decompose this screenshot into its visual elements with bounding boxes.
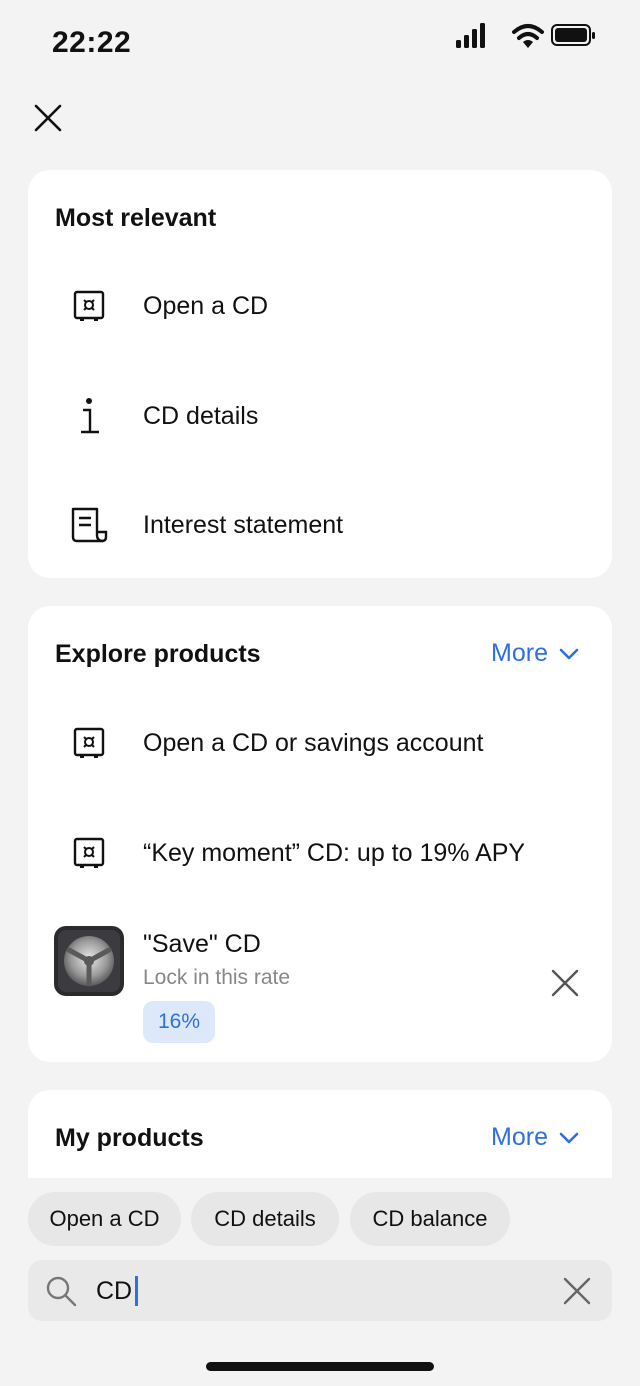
safe-icon: [68, 722, 110, 764]
more-label: More: [491, 639, 548, 667]
suggestion-chip[interactable]: Open a CD: [28, 1192, 181, 1246]
list-item-label: Open a CD: [143, 291, 269, 320]
promo-subtitle: Lock in this rate: [143, 966, 291, 989]
promo-save-cd[interactable]: "Save" CD Lock in this rate 16%: [28, 922, 612, 1052]
promo-title: "Save" CD: [143, 930, 261, 958]
explore-products-card: Explore products More Open a CD or savin…: [28, 606, 612, 1062]
close-icon: [34, 104, 62, 132]
most-relevant-card: Most relevant Open a CD CD details Inter…: [28, 170, 612, 578]
safe-icon: [68, 832, 110, 874]
list-item-cd-details[interactable]: CD details: [28, 376, 612, 456]
info-icon: [68, 395, 110, 437]
my-products-more-button[interactable]: More: [491, 1123, 580, 1152]
wifi-icon: [512, 24, 544, 48]
my-products-title: My products: [55, 1124, 204, 1152]
my-products-clip: My products More: [28, 1090, 612, 1178]
close-icon[interactable]: [548, 966, 582, 1000]
document-icon: [68, 504, 110, 546]
safe-icon: [68, 285, 110, 327]
explore-more-button[interactable]: More: [491, 639, 580, 668]
close-button[interactable]: [28, 98, 68, 138]
status-bar: 22:22: [0, 0, 640, 90]
search-input[interactable]: CD: [96, 1276, 139, 1306]
suggestion-chip[interactable]: CD details: [191, 1192, 339, 1246]
list-item-open-cd[interactable]: Open a CD: [28, 266, 612, 346]
list-item-interest-statement[interactable]: Interest statement: [28, 485, 612, 565]
explore-products-title: Explore products: [55, 640, 261, 668]
home-indicator: [206, 1362, 434, 1371]
list-item-label: Interest statement: [143, 510, 344, 539]
vault-image: [54, 926, 124, 996]
list-item-open-cd-savings[interactable]: Open a CD or savings account: [28, 703, 612, 783]
most-relevant-title: Most relevant: [55, 204, 217, 232]
status-time: 22:22: [52, 26, 132, 59]
search-icon: [46, 1276, 77, 1307]
more-label: More: [491, 1123, 548, 1151]
list-item-label: Open a CD or savings account: [143, 728, 484, 757]
chevron-down-icon: [559, 648, 579, 659]
rate-badge: 16%: [143, 1001, 215, 1043]
search-value: CD: [96, 1276, 133, 1305]
status-icons: [456, 23, 595, 48]
battery-icon: [551, 24, 595, 46]
signal-icon: [456, 23, 485, 48]
chevron-down-icon: [559, 1132, 579, 1143]
text-caret: [135, 1276, 139, 1306]
suggestion-chip[interactable]: CD balance: [350, 1192, 510, 1246]
list-item-label: CD details: [143, 401, 259, 430]
clear-search-icon[interactable]: [560, 1274, 594, 1308]
search-bar[interactable]: CD: [28, 1260, 612, 1321]
list-item-label: “Key moment” CD: up to 19% APY: [143, 838, 526, 867]
list-item-key-moment-cd[interactable]: “Key moment” CD: up to 19% APY: [28, 813, 612, 893]
my-products-card: My products More: [28, 1090, 612, 1178]
